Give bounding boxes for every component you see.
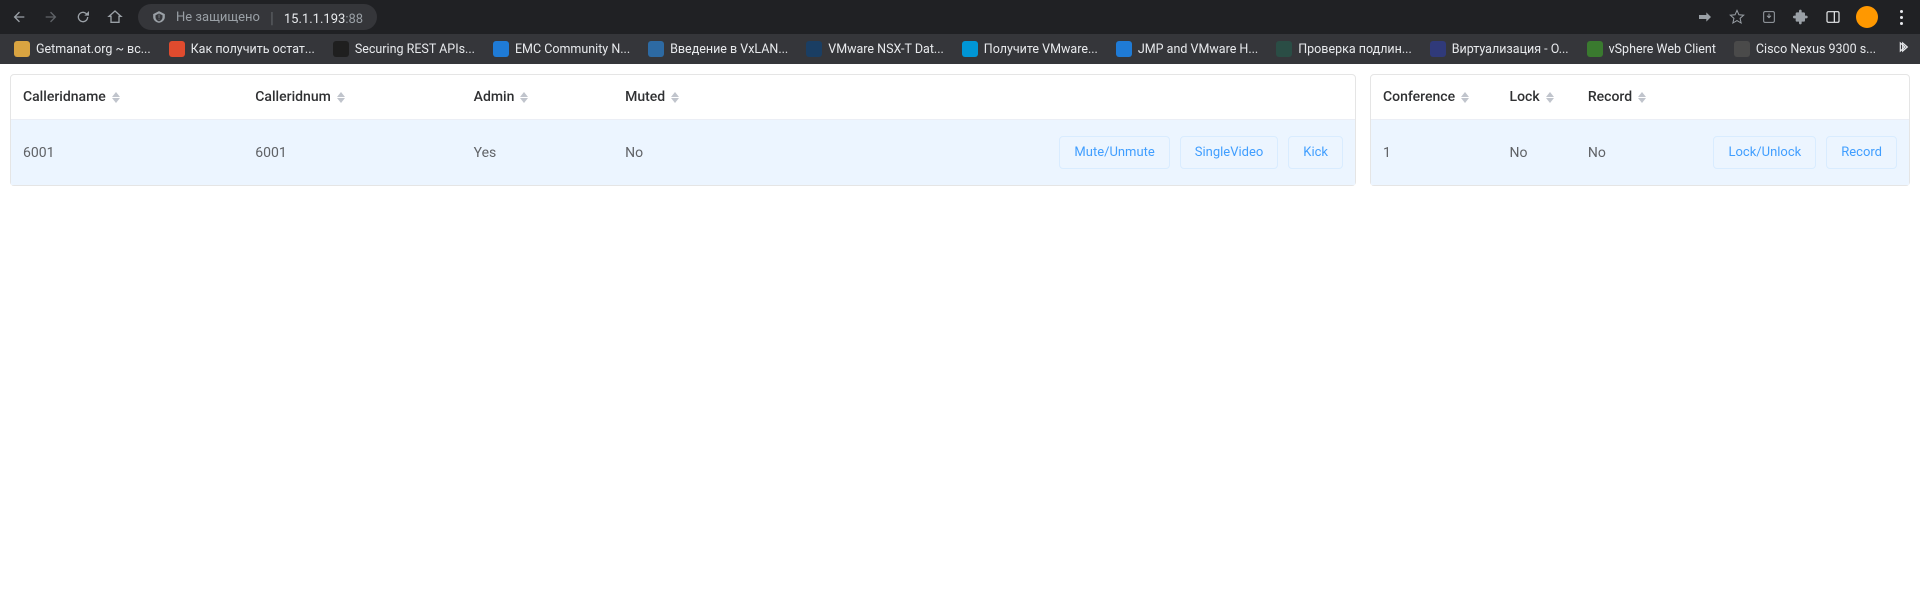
bookmark-item[interactable]: Проверка подлин... — [1270, 39, 1418, 59]
bookmark-label: Виртуализация - O... — [1452, 42, 1569, 57]
bookmark-item[interactable]: Cisco Nexus 9300 s... — [1728, 39, 1882, 59]
svg-text:!: ! — [158, 14, 160, 22]
bookmark-favicon — [1587, 41, 1603, 57]
kick-button[interactable]: Kick — [1288, 136, 1343, 169]
col-conference[interactable]: Conference — [1371, 75, 1498, 120]
mute-unmute-button[interactable]: Mute/Unmute — [1059, 136, 1169, 169]
cell-calleridname: 6001 — [11, 120, 243, 186]
col-calleridnum-label: Calleridnum — [255, 89, 331, 105]
bookmark-favicon — [1276, 41, 1292, 57]
nav-back-button[interactable] — [10, 8, 28, 26]
cell-calleridnum: 6001 — [243, 120, 461, 186]
sort-icon — [112, 92, 120, 103]
bookmark-item[interactable]: VMware NSX-T Dat... — [800, 39, 950, 59]
url-separator: | — [270, 8, 274, 27]
table-row[interactable]: 1 No No Lock/Unlock Record — [1371, 120, 1909, 186]
bookmark-favicon — [14, 41, 30, 57]
bookmark-item[interactable]: Введение в VxLAN... — [642, 39, 794, 59]
bookmarks-overflow-button[interactable] — [1888, 40, 1920, 58]
bookmark-favicon — [648, 41, 664, 57]
col-muted[interactable]: Muted — [613, 75, 763, 120]
col-conference-label: Conference — [1383, 89, 1455, 105]
col-admin[interactable]: Admin — [462, 75, 613, 120]
bookmark-label: EMC Community N... — [515, 42, 630, 57]
bookmark-item[interactable]: EMC Community N... — [487, 39, 636, 59]
bookmark-label: Введение в VxLAN... — [670, 42, 788, 57]
bookmark-label: Getmanat.org ~ вс... — [36, 42, 151, 57]
cell-admin: Yes — [462, 120, 613, 186]
table-row[interactable]: 6001 6001 Yes No Mute/Unmute SingleVideo… — [11, 120, 1355, 186]
sort-icon — [337, 92, 345, 103]
nav-forward-button[interactable] — [42, 8, 60, 26]
bookmark-item[interactable]: Виртуализация - O... — [1424, 39, 1575, 59]
sort-icon — [1638, 92, 1646, 103]
col-calleridnum[interactable]: Calleridnum — [243, 75, 461, 120]
browser-toolbar: ! Не защищено | 15.1.1.193:88 — [0, 0, 1920, 34]
bookmark-item[interactable]: Securing REST APIs... — [327, 39, 481, 59]
participants-table: Calleridname Calleridnum Admin Muted 600… — [11, 75, 1355, 185]
bookmark-label: Securing REST APIs... — [355, 42, 475, 57]
bookmark-favicon — [493, 41, 509, 57]
cell-lock: No — [1498, 120, 1576, 186]
bookmark-item[interactable]: Как получить остат... — [163, 39, 321, 59]
bookmark-label: Cisco Nexus 9300 s... — [1756, 42, 1876, 57]
col-muted-label: Muted — [625, 89, 665, 105]
sort-icon — [671, 92, 679, 103]
col-record-label: Record — [1588, 89, 1632, 105]
extensions-icon[interactable] — [1792, 8, 1810, 26]
side-panel-icon[interactable] — [1824, 8, 1842, 26]
bookmark-favicon — [1116, 41, 1132, 57]
col-lock[interactable]: Lock — [1498, 75, 1576, 120]
url-host: 15.1.1.193 — [284, 12, 345, 27]
col-calleridname-label: Calleridname — [23, 89, 106, 105]
chrome-action-icons — [1696, 6, 1910, 28]
url-port: :88 — [345, 12, 363, 27]
bookmark-label: Получите VMware... — [984, 42, 1098, 57]
install-app-icon[interactable] — [1760, 8, 1778, 26]
address-bar[interactable]: ! Не защищено | 15.1.1.193:88 — [138, 4, 377, 30]
bookmark-item[interactable]: JMP and VMware H... — [1110, 39, 1264, 59]
profile-avatar[interactable] — [1856, 6, 1878, 28]
bookmark-label: Как получить остат... — [191, 42, 315, 57]
security-label: Не защищено — [176, 10, 260, 25]
cell-conference: 1 — [1371, 120, 1498, 186]
share-icon[interactable] — [1696, 8, 1714, 26]
bookmark-item[interactable]: Getmanat.org ~ вс... — [8, 39, 157, 59]
col-record[interactable]: Record — [1576, 75, 1671, 120]
bookmark-item[interactable]: vSphere Web Client — [1581, 39, 1722, 59]
cell-record: No — [1576, 120, 1671, 186]
page-content: Calleridname Calleridnum Admin Muted 600… — [0, 64, 1920, 196]
sort-icon — [520, 92, 528, 103]
conference-panel: Conference Lock Record 1 No No Lock/Unlo… — [1370, 74, 1910, 186]
bookmarks-bar: Getmanat.org ~ вс... Как получить остат..… — [0, 34, 1920, 64]
chrome-menu-button[interactable] — [1892, 8, 1910, 26]
participants-panel: Calleridname Calleridnum Admin Muted 600… — [10, 74, 1356, 186]
col-lock-label: Lock — [1510, 89, 1540, 105]
single-video-button[interactable]: SingleVideo — [1180, 136, 1279, 169]
bookmark-favicon — [806, 41, 822, 57]
bookmark-label: vSphere Web Client — [1609, 42, 1716, 57]
nav-home-button[interactable] — [106, 8, 124, 26]
sort-icon — [1461, 92, 1469, 103]
bookmark-label: JMP and VMware H... — [1138, 42, 1258, 57]
cell-muted: No — [613, 120, 763, 186]
not-secure-icon: ! — [152, 10, 166, 24]
col-admin-label: Admin — [474, 89, 515, 105]
bookmark-favicon — [962, 41, 978, 57]
bookmark-favicon — [1734, 41, 1750, 57]
lock-unlock-button[interactable]: Lock/Unlock — [1713, 136, 1816, 169]
col-calleridname[interactable]: Calleridname — [11, 75, 243, 120]
sort-icon — [1546, 92, 1554, 103]
conference-table: Conference Lock Record 1 No No Lock/Unlo… — [1371, 75, 1909, 185]
bookmark-item[interactable]: Получите VMware... — [956, 39, 1104, 59]
bookmark-favicon — [169, 41, 185, 57]
bookmark-favicon — [333, 41, 349, 57]
record-button[interactable]: Record — [1826, 136, 1897, 169]
bookmark-favicon — [1430, 41, 1446, 57]
bookmark-label: VMware NSX-T Dat... — [828, 42, 944, 57]
bookmark-star-icon[interactable] — [1728, 8, 1746, 26]
bookmark-label: Проверка подлин... — [1298, 42, 1412, 57]
nav-reload-button[interactable] — [74, 8, 92, 26]
